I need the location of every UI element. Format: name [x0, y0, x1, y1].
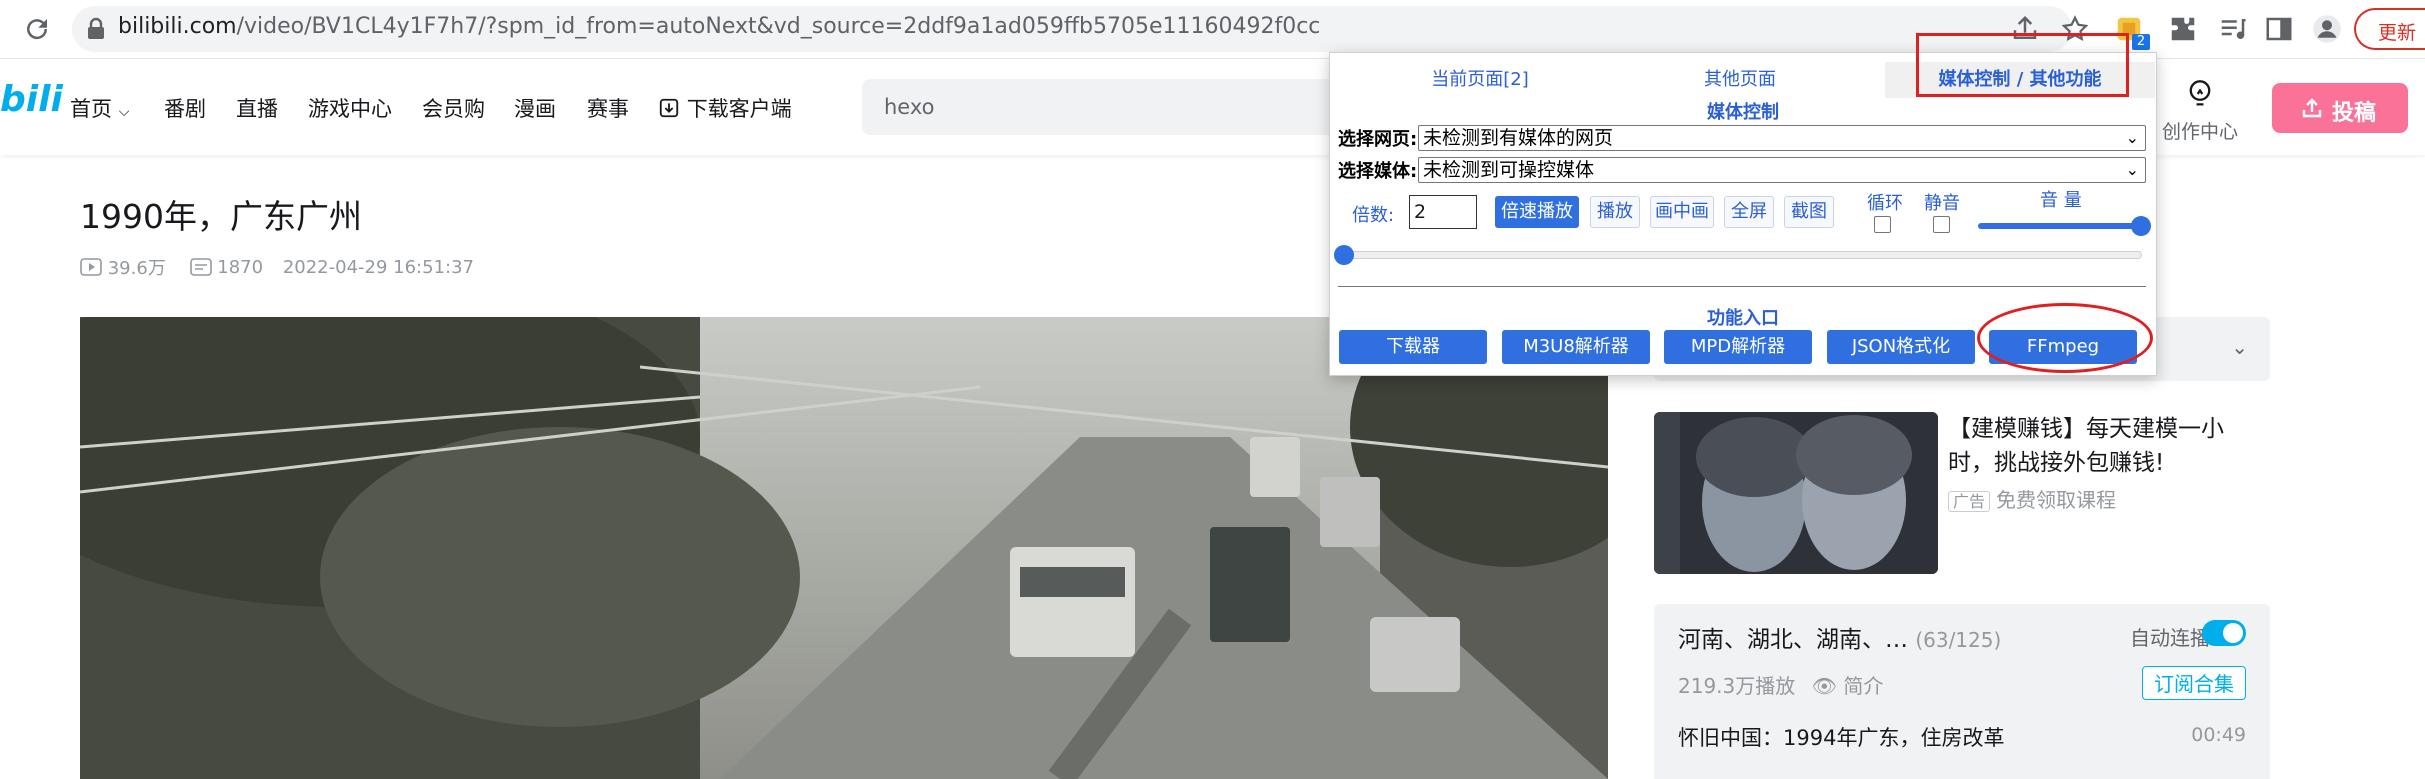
- speed-label: 倍数:: [1352, 205, 1395, 226]
- profile-avatar-icon[interactable]: [2312, 14, 2342, 44]
- mute-checkbox[interactable]: [1933, 216, 1950, 233]
- creator-center-label: 创作中心: [2161, 121, 2238, 143]
- m3u8-parser-button[interactable]: M3U8解析器: [1502, 330, 1650, 364]
- annotation-highlight-ellipse: [1977, 303, 2153, 373]
- progress-slider-handle[interactable]: [1334, 245, 1354, 265]
- mpd-parser-button[interactable]: MPD解析器: [1664, 330, 1812, 364]
- screenshot-button[interactable]: 截图: [1784, 196, 1834, 228]
- speed-play-button[interactable]: 倍速播放: [1495, 196, 1579, 228]
- video-meta: 39.6万 1870 2022-04-29 16:51:37: [80, 254, 474, 280]
- volume-label: 音 量: [2040, 190, 2082, 211]
- playlist-item-duration: 00:49: [2191, 724, 2246, 746]
- nav-game-center[interactable]: 游戏中心: [308, 93, 392, 123]
- upload-icon: [2302, 98, 2322, 118]
- lightbulb-icon: [2189, 80, 2211, 106]
- search-input[interactable]: hexo: [862, 79, 1342, 135]
- picture-in-picture-button[interactable]: 画中画: [1650, 196, 1714, 228]
- loop-label: 循环: [1867, 193, 1903, 214]
- danmaku-icon: [189, 258, 212, 276]
- chevron-down-icon: ⌵: [118, 104, 130, 120]
- chevron-down-icon: ⌄: [2125, 160, 2139, 179]
- bilibili-logo[interactable]: bili: [0, 79, 63, 120]
- json-format-button[interactable]: JSON格式化: [1827, 330, 1975, 364]
- video-frame-street-scene: [80, 317, 1608, 779]
- post-label: 投稿: [2332, 101, 2377, 126]
- download-icon: [659, 98, 679, 118]
- ad-card[interactable]: 【建模赚钱】每天建模一小时，挑战接外包赚钱! 广告 免费领取课程: [1654, 412, 2274, 576]
- playlist-title[interactable]: 河南、湖北、湖南、… (63/125): [1678, 620, 2001, 654]
- mute-label: 静音: [1924, 193, 1960, 214]
- nav-member-shop[interactable]: 会员购: [422, 93, 485, 123]
- browser-update-button[interactable]: 更新: [2354, 8, 2425, 50]
- playlist-stats: 219.3万播放 👁 简介: [1678, 670, 1883, 699]
- chevron-down-icon[interactable]: ⌄: [2231, 335, 2248, 359]
- side-panel-icon[interactable]: [2264, 14, 2294, 44]
- select-page-row: 选择网页:: [1338, 125, 1417, 151]
- autoplay-label: 自动连播: [2130, 626, 2210, 650]
- playlist-item[interactable]: 怀旧中国：1994年广东，住房改革: [1678, 722, 2004, 752]
- nav-esports[interactable]: 赛事: [587, 93, 629, 123]
- view-count: 39.6万: [107, 258, 166, 279]
- subscribe-collection-button[interactable]: 订阅合集: [2142, 666, 2246, 700]
- extension-badge: 2: [2132, 34, 2150, 50]
- nav-anime[interactable]: 番剧: [164, 93, 206, 123]
- playlist-media-icon[interactable]: [2218, 14, 2248, 44]
- nav-home-label: 首页: [70, 97, 112, 121]
- publish-date: 2022-04-29 16:51:37: [282, 256, 474, 278]
- url-host: bilibili.com: [118, 14, 237, 39]
- post-upload-button[interactable]: 投稿: [2272, 83, 2408, 133]
- playlist-intro[interactable]: 简介: [1843, 674, 1883, 698]
- url-path: /video/BV1CL4y1F7h7/?spm_id_from=autoNex…: [236, 14, 1321, 39]
- select-page-dropdown[interactable]: 未检测到有媒体的网页 ⌄: [1418, 125, 2146, 151]
- creator-center[interactable]: 创作中心: [2160, 79, 2240, 144]
- play-button[interactable]: 播放: [1590, 196, 1640, 228]
- tab-current-page[interactable]: 当前页面[2]: [1370, 62, 1590, 98]
- search-value: hexo: [884, 95, 935, 119]
- playlist-count: (63/125): [1915, 628, 2002, 652]
- select-media-dropdown[interactable]: 未检测到可操控媒体 ⌄: [1418, 157, 2146, 183]
- select-page-label: 选择网页:: [1338, 129, 1418, 150]
- chevron-down-icon: ⌄: [2125, 128, 2139, 147]
- tab-other-pages[interactable]: 其他页面: [1630, 62, 1850, 98]
- playlist-plays: 219.3万播放: [1678, 674, 1796, 698]
- nav-manga[interactable]: 漫画: [514, 93, 556, 123]
- danmaku-count: 1870: [217, 256, 264, 278]
- video-player[interactable]: [80, 317, 1608, 779]
- eye-icon: 👁: [1811, 674, 1838, 698]
- volume-slider[interactable]: [1978, 223, 2138, 229]
- reload-icon[interactable]: [22, 14, 52, 44]
- select-media-row: 选择媒体:: [1338, 157, 1417, 183]
- nav-download-label: 下载客户端: [686, 97, 792, 121]
- ad-meta: 广告 免费领取课程: [1948, 484, 2116, 513]
- playlist-collection: 河南、湖北、湖南、… (63/125) 自动连播 219.3万播放 👁 简介 订…: [1654, 604, 2270, 779]
- select-media-label: 选择媒体:: [1338, 161, 1418, 182]
- video-title: 1990年，广东广州: [80, 197, 362, 236]
- progress-slider[interactable]: [1342, 251, 2142, 259]
- loop-checkbox[interactable]: [1874, 216, 1891, 233]
- nav-home[interactable]: 首页 ⌵: [70, 93, 129, 123]
- select-media-value: 未检测到可操控媒体: [1423, 159, 1595, 181]
- extensions-puzzle-icon[interactable]: [2168, 14, 2198, 44]
- speed-input[interactable]: 2: [1409, 195, 1477, 229]
- ad-thumbnail[interactable]: [1654, 412, 1938, 574]
- autoplay-toggle[interactable]: [2202, 620, 2246, 646]
- select-page-value: 未检测到有媒体的网页: [1423, 127, 1614, 149]
- downloader-button[interactable]: 下载器: [1339, 330, 1487, 364]
- nav-download-client[interactable]: 下载客户端: [658, 93, 792, 123]
- ad-subtitle: 免费领取课程: [1996, 488, 2117, 512]
- play-count-icon: [80, 258, 102, 276]
- ad-tag: 广告: [1948, 491, 1991, 512]
- playlist-title-text: 河南、湖北、湖南、…: [1678, 627, 1908, 653]
- ad-title[interactable]: 【建模赚钱】每天建模一小时，挑战接外包赚钱!: [1948, 412, 2268, 480]
- volume-slider-handle[interactable]: [2131, 216, 2151, 236]
- lock-icon[interactable]: [86, 17, 106, 41]
- url-text[interactable]: bilibili.com/video/BV1CL4y1F7h7/?spm_id_…: [118, 14, 1320, 39]
- section-divider: [1338, 286, 2146, 287]
- media-section-title: 媒体控制: [1707, 102, 1779, 123]
- annotation-highlight-rect: [1916, 33, 2129, 97]
- fullscreen-button[interactable]: 全屏: [1724, 196, 1774, 228]
- nav-live[interactable]: 直播: [236, 93, 278, 123]
